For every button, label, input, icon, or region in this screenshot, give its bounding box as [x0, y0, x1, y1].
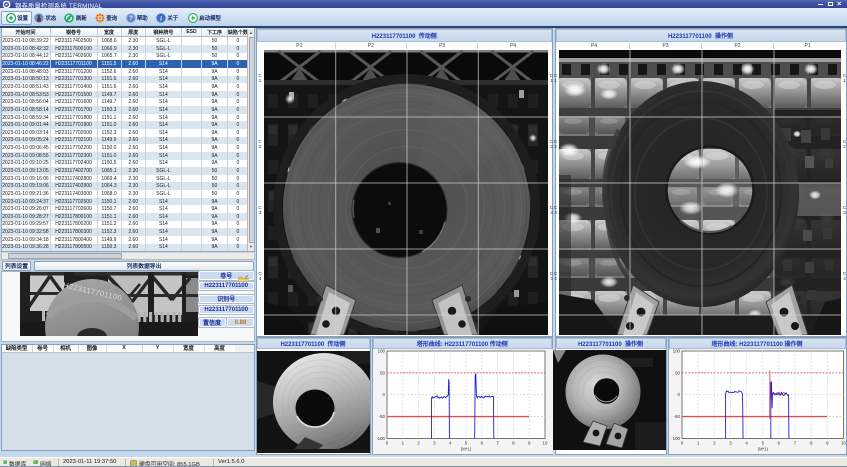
- svg-text:-100: -100: [376, 436, 385, 441]
- svg-text:50: 50: [380, 370, 385, 375]
- svg-text:10: 10: [542, 441, 547, 446]
- svg-text:?: ?: [129, 15, 133, 22]
- svg-text:-100: -100: [671, 436, 680, 441]
- svg-text:100: 100: [377, 349, 385, 354]
- svg-text:-50: -50: [378, 414, 385, 419]
- svg-text:-50: -50: [673, 414, 680, 419]
- svg-text:(M*1): (M*1): [757, 447, 768, 452]
- svg-text:(M*1): (M*1): [460, 447, 471, 452]
- svg-text:i: i: [160, 15, 162, 22]
- svg-text:50: 50: [675, 370, 680, 375]
- svg-text:100: 100: [672, 349, 680, 354]
- svg-text:10: 10: [841, 441, 846, 446]
